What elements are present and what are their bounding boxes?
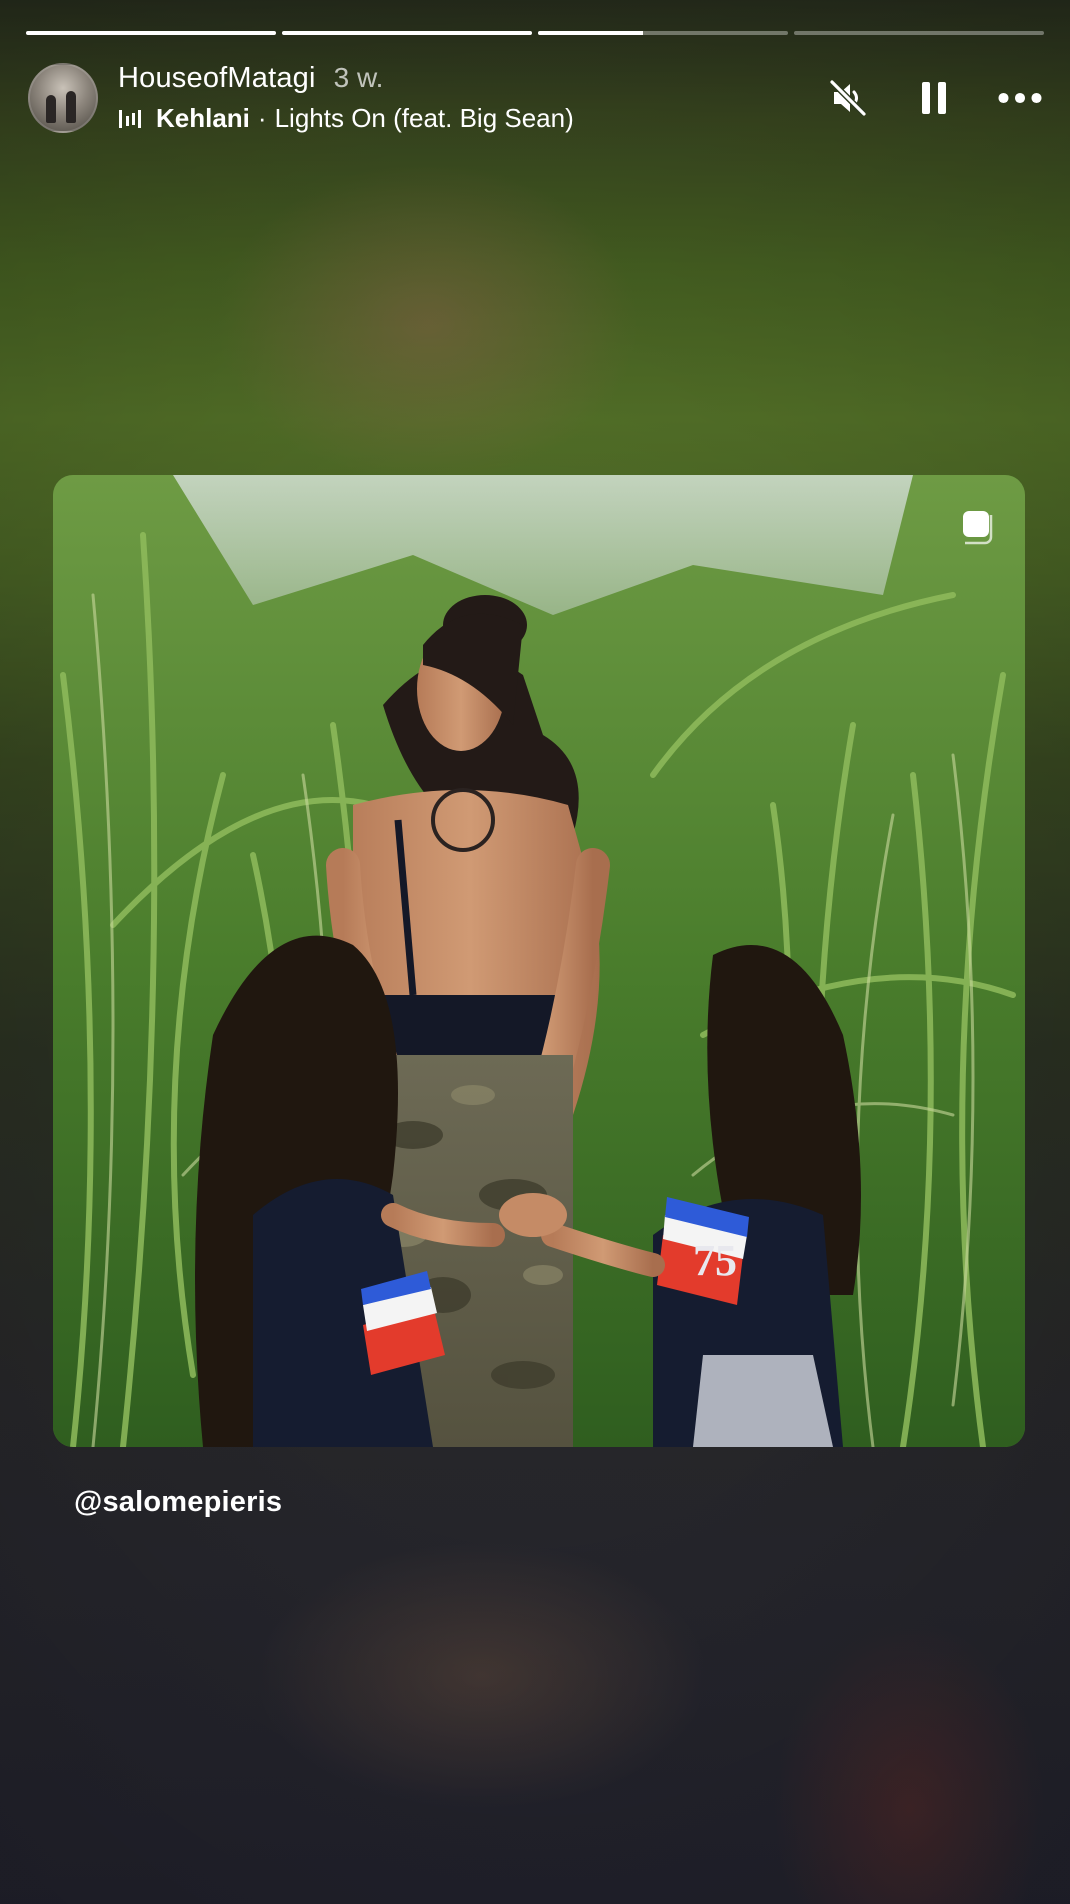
photo-credit[interactable]: @salomepieris (74, 1486, 282, 1519)
more-button[interactable] (998, 76, 1042, 120)
music-bars-icon (119, 109, 141, 128)
avatar-figure (46, 95, 56, 123)
progress-segment (26, 31, 276, 35)
shared-post-card[interactable]: 75 (53, 475, 1025, 1447)
more-icon (998, 92, 1042, 104)
music-separator: · (257, 103, 267, 133)
story-controls (826, 76, 1042, 120)
story-header: HouseofMatagi 3 w. Kehlani · Lights On (… (28, 62, 1042, 134)
progress-segment (538, 31, 788, 35)
username[interactable]: HouseofMatagi (118, 62, 316, 95)
mute-icon (829, 79, 867, 117)
pause-button[interactable] (912, 76, 956, 120)
post-photo: 75 (53, 475, 1025, 1447)
story-meta: HouseofMatagi 3 w. Kehlani · Lights On (… (118, 62, 574, 134)
music-attribution[interactable]: Kehlani · Lights On (feat. Big Sean) (118, 103, 574, 134)
music-track: Lights On (feat. Big Sean) (274, 103, 574, 133)
post-time: 3 w. (333, 62, 384, 93)
progress-segment (794, 31, 1044, 35)
progress-fill (26, 31, 276, 35)
progress-segment (282, 31, 532, 35)
music-artist: Kehlani (156, 103, 250, 133)
mute-button[interactable] (826, 76, 870, 120)
pause-icon (922, 82, 946, 114)
instagram-post-icon (963, 511, 993, 545)
jersey-number: 75 (693, 1236, 737, 1285)
avatar-figure (66, 91, 76, 123)
avatar[interactable] (28, 63, 98, 133)
story-progress (26, 31, 1044, 35)
progress-fill (538, 31, 643, 35)
progress-fill (282, 31, 532, 35)
